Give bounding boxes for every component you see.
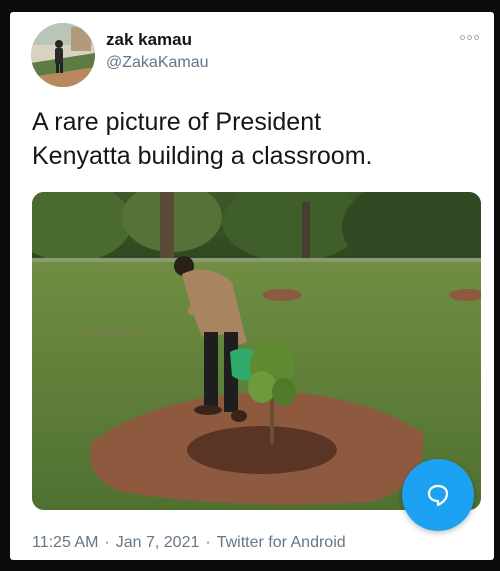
tweet-photo[interactable]	[32, 192, 481, 510]
author-handle[interactable]: @ZakaKamau	[106, 54, 209, 72]
tweet-timestamp[interactable]: 11:25 AM · Jan 7, 2021 · Twitter for And…	[32, 534, 346, 552]
tweet-source[interactable]: Twitter for Android	[217, 534, 346, 552]
tweet-text: A rare picture of President Kenyatta bui…	[32, 105, 472, 173]
tweet-date: Jan 7, 2021	[115, 534, 200, 551]
compose-button[interactable]	[402, 459, 474, 531]
more-options-icon[interactable]	[456, 30, 482, 44]
person-photo-icon	[31, 23, 95, 87]
tweet-text-line: A rare picture of President	[32, 108, 322, 136]
meta-separator: ·	[205, 534, 211, 551]
man-watering-tree-photo	[32, 192, 481, 510]
compose-bubble-icon	[427, 484, 449, 507]
tweet-text-line: Kenyatta building a classroom.	[32, 142, 373, 170]
tweet-card: zak kamau @ZakaKamau A rare picture of P…	[10, 12, 494, 560]
author-display-name[interactable]: zak kamau	[106, 30, 192, 50]
meta-separator: ·	[104, 534, 110, 551]
author-avatar[interactable]	[31, 23, 95, 87]
tweet-time: 11:25 AM	[32, 534, 99, 551]
